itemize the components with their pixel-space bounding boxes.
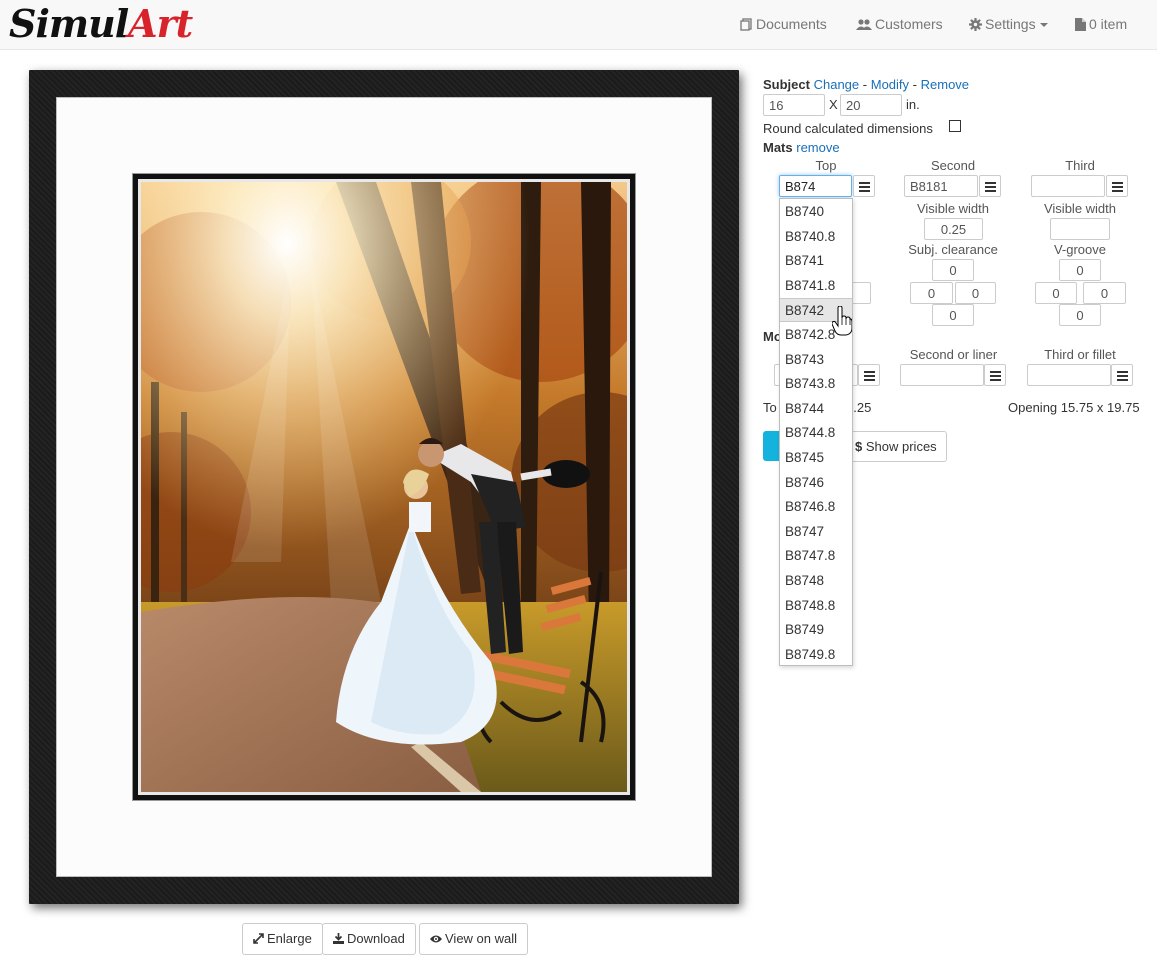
round-dimensions-label: Round calculated dimensions bbox=[763, 121, 933, 136]
mat-autocomplete-dropdown[interactable]: B8740 B8740.8 B8741 B8741.8 B8742 B8742.8 B874… bbox=[779, 198, 853, 666]
subject-label: Subject bbox=[763, 77, 810, 92]
third-visible-width-label: Visible width bbox=[1043, 201, 1117, 216]
dropdown-option[interactable]: B8747 bbox=[780, 520, 852, 544]
mats-label: Mats bbox=[763, 140, 793, 155]
second-visible-width-label: Visible width bbox=[916, 201, 990, 216]
subject-width-input[interactable] bbox=[763, 94, 825, 116]
dropdown-option[interactable]: B8741 bbox=[780, 249, 852, 273]
dollar-icon: $ bbox=[855, 439, 863, 454]
clearance-bottom-input[interactable] bbox=[932, 304, 974, 326]
file-icon bbox=[1075, 18, 1086, 31]
download-label: Download bbox=[347, 931, 405, 946]
nav-documents-label: Documents bbox=[756, 16, 827, 32]
dropdown-option[interactable]: B8744.8 bbox=[780, 421, 852, 445]
v-groove-label: V-groove bbox=[1053, 242, 1107, 257]
subject-change-link[interactable]: Change bbox=[814, 77, 860, 92]
moulding-third-menu-button[interactable] bbox=[1111, 364, 1133, 386]
subject-remove-link[interactable]: Remove bbox=[921, 77, 969, 92]
clearance-top-input[interactable] bbox=[932, 259, 974, 281]
dimension-x-label: X bbox=[829, 97, 838, 112]
show-prices-button[interactable]: $ Show prices bbox=[845, 431, 947, 462]
mat-second-menu-button[interactable] bbox=[979, 175, 1001, 197]
dropdown-option[interactable]: B8740 bbox=[780, 200, 852, 224]
dropdown-option[interactable]: B8741.8 bbox=[780, 274, 852, 298]
navbar: SimulArt Documents Customers Settings 0 … bbox=[0, 0, 1157, 50]
mat-second-input[interactable] bbox=[904, 175, 978, 197]
dropdown-option[interactable]: B8740.8 bbox=[780, 225, 852, 249]
subject-photo bbox=[141, 182, 627, 792]
moulding-second-menu-button[interactable] bbox=[984, 364, 1006, 386]
users-icon bbox=[856, 19, 872, 30]
subj-clearance-label: Subj. clearance bbox=[908, 242, 998, 257]
dropdown-option[interactable]: B8745 bbox=[780, 446, 852, 470]
dropdown-option[interactable]: B8746.8 bbox=[780, 495, 852, 519]
second-or-liner-label: Second or liner bbox=[909, 347, 998, 362]
moulding-first-menu-button[interactable] bbox=[858, 364, 880, 386]
nav-settings-label: Settings bbox=[985, 16, 1036, 32]
vgroove-right-input[interactable] bbox=[1083, 282, 1126, 304]
hand-cursor-icon bbox=[832, 306, 852, 336]
dropdown-option[interactable]: B8747.8 bbox=[780, 544, 852, 568]
dropdown-option[interactable]: B8744 bbox=[780, 397, 852, 421]
nav-cart[interactable]: 0 item bbox=[1075, 0, 1127, 48]
mat-third-input[interactable] bbox=[1031, 175, 1105, 197]
unit-label: in. bbox=[906, 97, 920, 112]
subject-height-input[interactable] bbox=[840, 94, 902, 116]
nav-cart-label: 0 item bbox=[1089, 16, 1128, 32]
download-icon bbox=[333, 933, 344, 944]
dropdown-option[interactable]: B8743 bbox=[780, 348, 852, 372]
mats-remove-link[interactable]: remove bbox=[796, 140, 839, 155]
show-prices-label: Show prices bbox=[865, 439, 937, 454]
enlarge-label: Enlarge bbox=[267, 931, 312, 946]
subject-row: Subject Change - Modify - Remove bbox=[763, 77, 970, 92]
mat-top-menu-button[interactable] bbox=[853, 175, 875, 197]
dropdown-option[interactable]: B8746 bbox=[780, 471, 852, 495]
total-partial-label: To bbox=[763, 400, 777, 415]
dropdown-option[interactable]: B8748 bbox=[780, 569, 852, 593]
second-visible-width-input[interactable] bbox=[924, 218, 983, 240]
nav-customers-label: Customers bbox=[875, 16, 943, 32]
dropdown-option[interactable]: B8743.8 bbox=[780, 372, 852, 396]
mat-top-input[interactable] bbox=[779, 175, 852, 197]
eye-icon bbox=[430, 935, 442, 943]
round-dimensions-checkbox[interactable] bbox=[949, 120, 961, 132]
clearance-right-input[interactable] bbox=[955, 282, 996, 304]
clearance-left-input[interactable] bbox=[910, 282, 953, 304]
documents-icon bbox=[740, 18, 752, 31]
caret-down-icon bbox=[1039, 23, 1048, 27]
nav-customers[interactable]: Customers bbox=[856, 0, 943, 48]
view-on-wall-button[interactable]: View on wall bbox=[419, 923, 529, 955]
enlarge-button[interactable]: Enlarge bbox=[242, 923, 323, 955]
vgroove-bottom-input[interactable] bbox=[1059, 304, 1101, 326]
vgroove-left-input[interactable] bbox=[1035, 282, 1077, 304]
dropdown-option[interactable]: B8748.8 bbox=[780, 594, 852, 618]
view-on-wall-label: View on wall bbox=[445, 931, 518, 946]
subject-photo-image bbox=[141, 182, 627, 792]
expand-icon bbox=[253, 933, 264, 944]
mats-row: Mats remove bbox=[763, 140, 840, 155]
subject-modify-link[interactable]: Modify bbox=[871, 77, 909, 92]
mat-third-heading: Third bbox=[1065, 158, 1095, 173]
mat-top-heading: Top bbox=[815, 158, 837, 173]
opening-dimensions: Opening 15.75 x 19.75 bbox=[1008, 400, 1140, 415]
dropdown-option[interactable]: B8749.8 bbox=[780, 643, 852, 667]
brand-logo[interactable]: SimulArt bbox=[9, 1, 193, 47]
moulding-third-input[interactable] bbox=[1027, 364, 1111, 386]
mat-third-menu-button[interactable] bbox=[1106, 175, 1128, 197]
nav-documents[interactable]: Documents bbox=[740, 0, 827, 48]
nav-settings-dropdown[interactable]: Settings bbox=[969, 0, 1048, 48]
third-visible-width-input[interactable] bbox=[1050, 218, 1110, 240]
download-button[interactable]: Download bbox=[322, 923, 416, 955]
moulding-second-input[interactable] bbox=[900, 364, 984, 386]
vgroove-top-input[interactable] bbox=[1059, 259, 1101, 281]
third-or-fillet-label: Third or fillet bbox=[1044, 347, 1116, 362]
dropdown-option[interactable]: B8749 bbox=[780, 618, 852, 642]
gear-icon bbox=[969, 18, 982, 31]
mat-second-heading: Second bbox=[930, 158, 976, 173]
